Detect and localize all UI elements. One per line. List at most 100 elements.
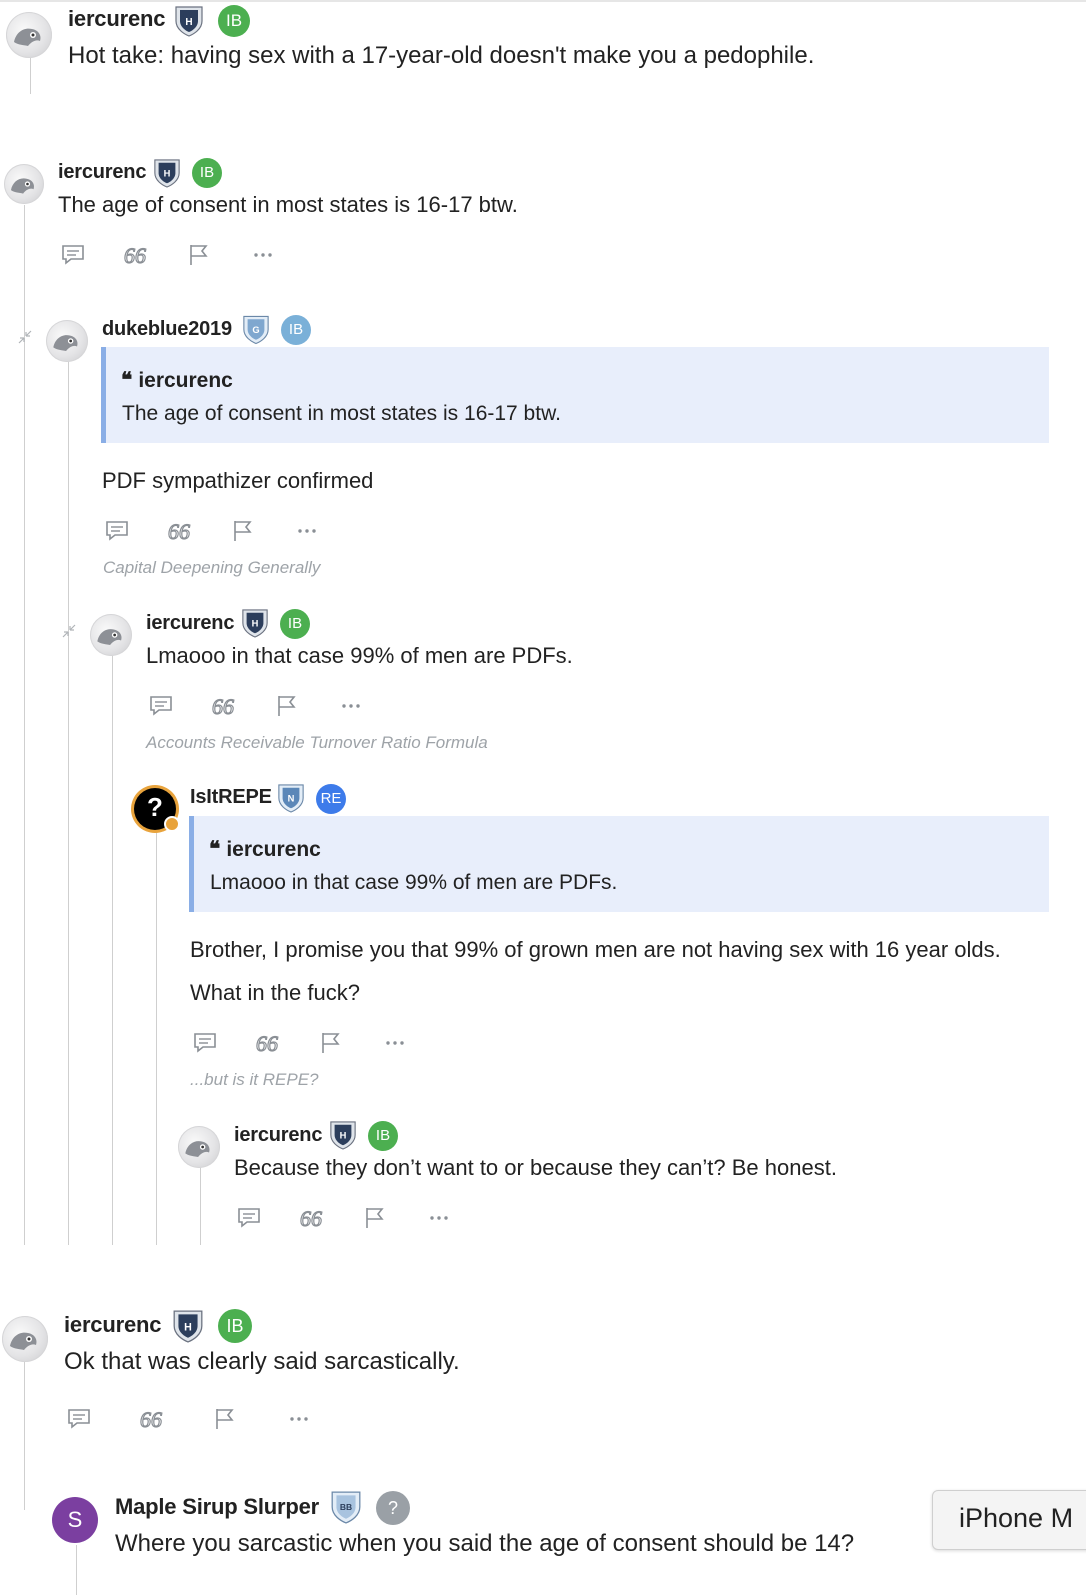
thread-line: [200, 1165, 201, 1245]
post-text: The age of consent in most states is 16-…: [58, 192, 518, 217]
user-avatar[interactable]: [178, 1126, 220, 1168]
user-avatar[interactable]: [6, 12, 52, 58]
user-signature: Accounts Receivable Turnover Ratio Formu…: [146, 733, 488, 752]
flag-button[interactable]: [230, 518, 256, 544]
flag-button[interactable]: [186, 242, 212, 268]
user-avatar[interactable]: [2, 1316, 48, 1362]
quote-glyph: 66: [168, 519, 190, 544]
post-text: PDF sympathizer confirmed: [102, 468, 374, 493]
post-actions: 66: [58, 242, 288, 270]
shield-letter: G: [252, 325, 259, 335]
more-button[interactable]: [382, 1030, 408, 1056]
quote-button[interactable]: 66: [122, 242, 148, 268]
quote-button[interactable]: 66: [298, 1205, 324, 1231]
quote-button[interactable]: 66: [210, 693, 236, 719]
username[interactable]: Maple Sirup Slurper: [115, 1494, 319, 1520]
user-avatar[interactable]: S: [52, 1497, 98, 1543]
flag-icon: [234, 521, 252, 541]
more-button[interactable]: [294, 518, 320, 544]
username[interactable]: iercurenc: [64, 1312, 161, 1338]
post-actions: 66: [146, 693, 376, 721]
username[interactable]: IsItREPE: [190, 786, 272, 809]
quote-button[interactable]: 66: [166, 518, 192, 544]
more-button[interactable]: [338, 693, 364, 719]
thread-line: [156, 830, 157, 1245]
comment-icon: [68, 1409, 90, 1429]
status-badge: RE: [316, 784, 346, 814]
more-button[interactable]: [250, 242, 276, 268]
post-text: Ok that was clearly said sarcastically.: [64, 1348, 460, 1375]
user-avatar[interactable]: ?: [134, 788, 180, 832]
shield-letter: H: [185, 17, 192, 28]
username[interactable]: dukeblue2019: [102, 318, 232, 341]
more-button[interactable]: [286, 1406, 312, 1432]
flag-icon: [190, 245, 208, 265]
shield-letter: BB: [340, 1502, 352, 1512]
flag-icon: [216, 1409, 234, 1429]
post-actions: 66: [190, 1030, 420, 1058]
collapse-icon[interactable]: [60, 622, 78, 640]
user-avatar[interactable]: [90, 614, 132, 656]
shield-icon: H: [242, 609, 268, 638]
reply-button[interactable]: [148, 693, 174, 719]
status-badge: IB: [218, 1309, 252, 1343]
collapse-icon[interactable]: [16, 328, 34, 346]
status-badge: IB: [280, 609, 310, 639]
shield-letter: H: [184, 1321, 192, 1333]
post-text: Where you sarcastic when you said the ag…: [115, 1530, 855, 1557]
status-badge: ?: [376, 1491, 410, 1525]
user-avatar[interactable]: [46, 320, 88, 362]
quote-text: Lmaooo in that case 99% of men are PDFs.: [210, 871, 618, 894]
shield-letter: N: [288, 794, 295, 804]
comment-icon: [238, 1208, 260, 1228]
comment-icon: [106, 521, 128, 541]
quote-author: ❝ iercurenc: [121, 367, 233, 393]
status-badge: IB: [192, 158, 222, 188]
comment-icon: [62, 245, 84, 265]
thread-line: [76, 1545, 77, 1595]
reply-button[interactable]: [236, 1205, 262, 1231]
flag-button[interactable]: [318, 1030, 344, 1056]
more-button[interactable]: [426, 1205, 452, 1231]
username[interactable]: iercurenc: [146, 612, 234, 635]
thread-line: [112, 655, 113, 1245]
reply-button[interactable]: [192, 1030, 218, 1056]
username[interactable]: iercurenc: [234, 1124, 322, 1147]
more-icon: [298, 529, 316, 533]
top-divider: [0, 0, 1086, 2]
quote-button[interactable]: 66: [254, 1030, 280, 1056]
username[interactable]: iercurenc: [68, 6, 165, 32]
quote-button[interactable]: 66: [138, 1406, 164, 1432]
quote-glyph: 66: [212, 694, 234, 719]
quote-glyph: 66: [124, 243, 146, 268]
quote-author-name: iercurenc: [138, 369, 233, 392]
username[interactable]: iercurenc: [58, 161, 146, 184]
shield-letter: H: [340, 1131, 347, 1141]
more-icon: [386, 1041, 404, 1045]
user-signature: ...but is it REPE?: [190, 1070, 319, 1089]
reply-button[interactable]: [104, 518, 130, 544]
user-signature: Capital Deepening Generally: [103, 558, 321, 577]
status-badge: IB: [218, 5, 250, 37]
quote-glyph: 66: [300, 1206, 322, 1231]
flag-icon: [278, 696, 296, 716]
flag-icon: [322, 1033, 340, 1053]
flag-icon: [366, 1208, 384, 1228]
reply-button[interactable]: [66, 1406, 92, 1432]
comment-icon: [150, 696, 172, 716]
quote-mark-icon: ❝: [209, 836, 221, 861]
shield-letter: H: [252, 619, 259, 629]
more-icon: [342, 704, 360, 708]
flag-button[interactable]: [362, 1205, 388, 1231]
quote-author-name: iercurenc: [226, 838, 321, 861]
user-avatar[interactable]: [4, 164, 44, 204]
flag-button[interactable]: [274, 693, 300, 719]
flag-button[interactable]: [212, 1406, 238, 1432]
shield-icon: G: [243, 315, 269, 345]
avatar-status-dot: [164, 816, 180, 832]
more-icon: [290, 1417, 308, 1421]
reply-button[interactable]: [60, 242, 86, 268]
post-text: Brother, I promise you that 99% of grown…: [190, 937, 1001, 962]
post-actions: 66: [64, 1406, 324, 1434]
quote-icon: 66: [211, 693, 234, 719]
